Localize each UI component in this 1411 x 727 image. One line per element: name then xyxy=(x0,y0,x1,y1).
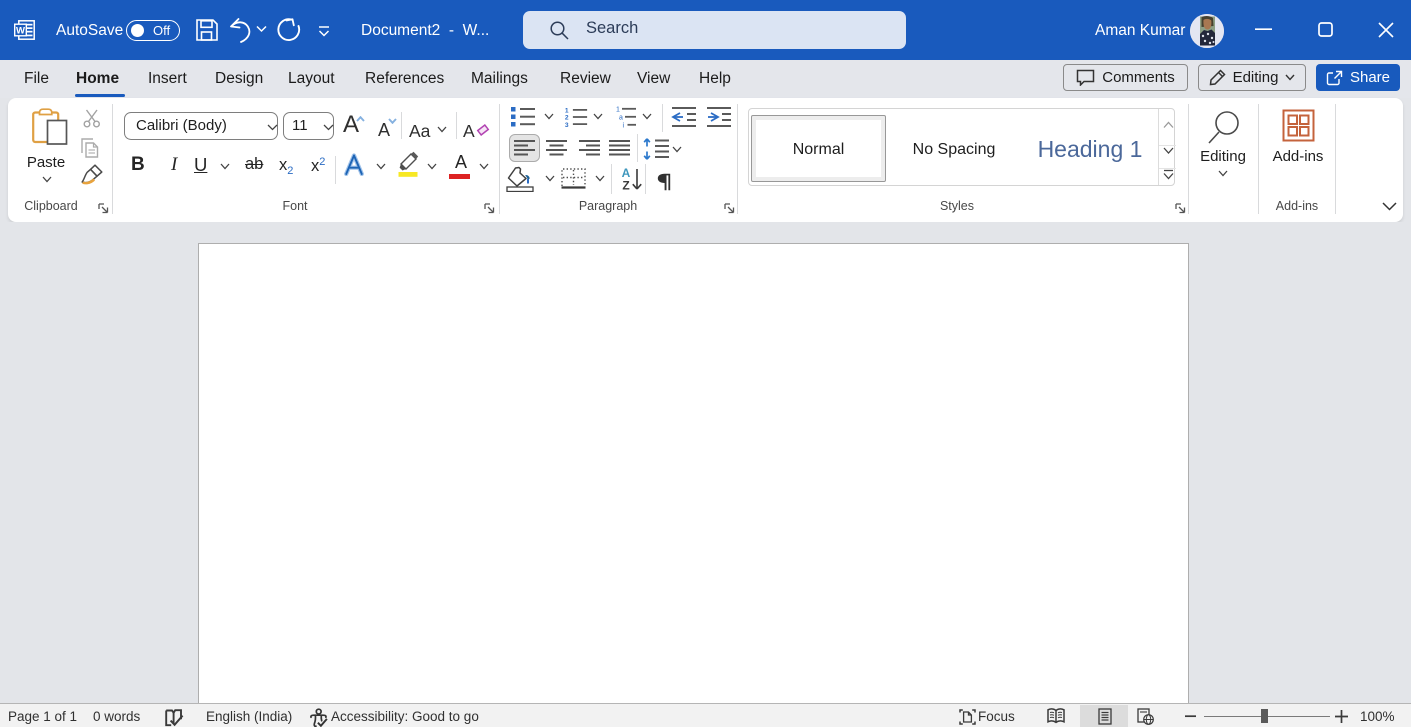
svg-text:2: 2 xyxy=(565,115,569,122)
svg-text:W: W xyxy=(16,26,25,37)
svg-text:i: i xyxy=(623,123,625,130)
svg-text:1: 1 xyxy=(616,107,620,114)
svg-text:3: 3 xyxy=(565,122,569,129)
svg-text:a: a xyxy=(619,115,623,122)
svg-text:1: 1 xyxy=(565,108,569,115)
svg-text:Z: Z xyxy=(622,179,629,192)
